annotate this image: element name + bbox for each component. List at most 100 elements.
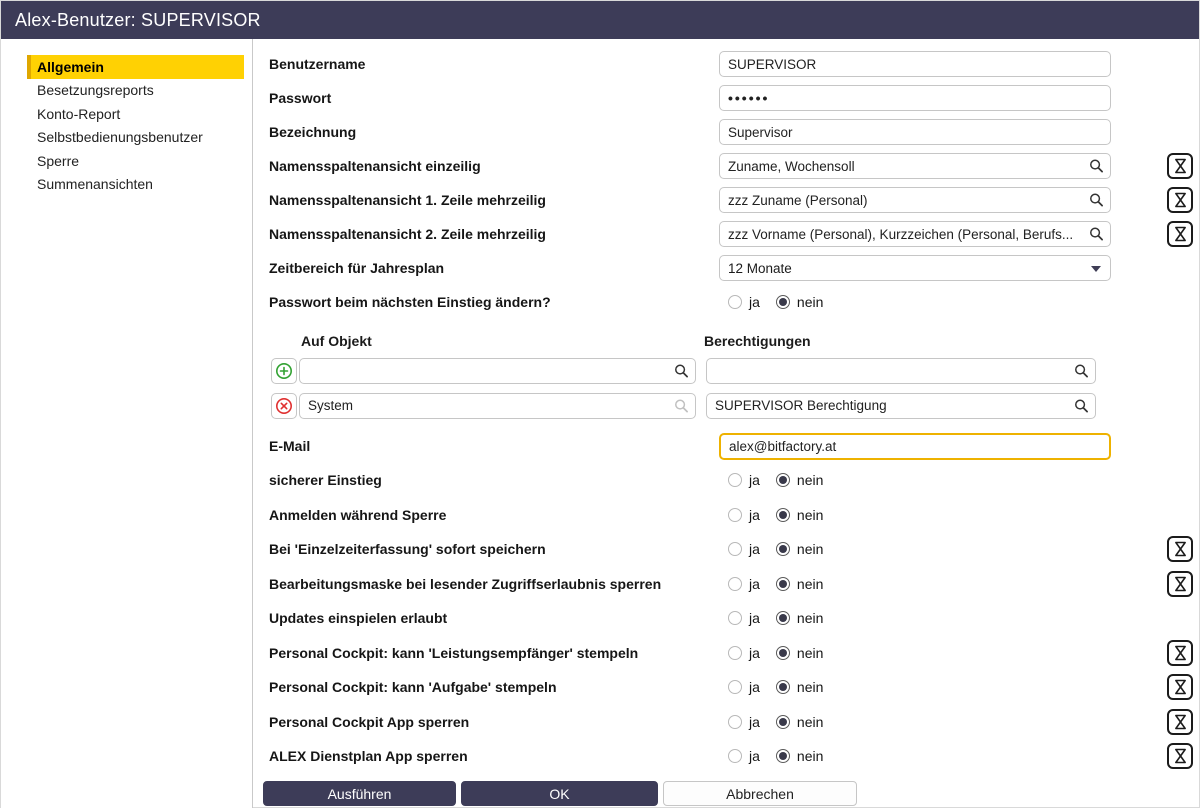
- radio-nein[interactable]: [775, 714, 790, 729]
- radio-nein[interactable]: [775, 611, 790, 626]
- field-row-passwort-aendern: Passwort beim nächsten Einstieg ändern? …: [253, 285, 1199, 319]
- hourglass-button[interactable]: [1167, 708, 1193, 735]
- radio-ja[interactable]: [728, 473, 742, 488]
- sidebar-item-label: Allgemein: [37, 58, 104, 75]
- hourglass-button[interactable]: [1167, 674, 1193, 701]
- hourglass-button[interactable]: [1167, 743, 1193, 770]
- ok-button[interactable]: OK: [461, 781, 658, 806]
- toggle-row-updates: Updates einspielen erlaubt ja nein: [253, 601, 1199, 636]
- radio-nein[interactable]: [775, 473, 790, 488]
- radio-ja-label: ja: [749, 294, 760, 310]
- namensspalte-mehrzeilig-1-label: Namensspaltenansicht 1. Zeile mehrzeilig: [269, 192, 546, 208]
- sidebar: Allgemein Besetzungsreports Konto-Report…: [1, 39, 253, 808]
- permission-add-row: [253, 353, 1199, 388]
- radio-nein[interactable]: [775, 295, 790, 309]
- radio-ja[interactable]: [728, 749, 742, 764]
- radio-ja[interactable]: [728, 295, 742, 309]
- namensspalte-mehrzeilig-1-input[interactable]: [719, 187, 1111, 213]
- search-icon[interactable]: [1074, 363, 1089, 378]
- search-icon[interactable]: [674, 398, 689, 413]
- footer-button-bar: Ausführen OK Abbrechen: [263, 781, 857, 806]
- radio-nein[interactable]: [775, 576, 790, 591]
- radio-nein-label: nein: [796, 575, 824, 592]
- benutzername-label: Benutzername: [269, 56, 366, 72]
- email-field[interactable]: [719, 432, 1111, 460]
- radio-ja[interactable]: [728, 542, 742, 557]
- search-icon[interactable]: [1074, 398, 1089, 413]
- radio-ja-label: ja: [749, 748, 760, 765]
- toggle-label: sicherer Einstieg: [269, 472, 382, 489]
- hourglass-button[interactable]: [1167, 639, 1193, 666]
- sidebar-item-besetzungsreports[interactable]: Besetzungsreports: [27, 79, 244, 103]
- sidebar-item-selbstbedienungsbenutzer[interactable]: Selbstbedienungsbenutzer: [27, 126, 244, 150]
- objekt-input[interactable]: [299, 392, 696, 419]
- ausfuehren-button[interactable]: Ausführen: [263, 781, 456, 806]
- search-icon[interactable]: [1089, 159, 1104, 174]
- berechtigung-input[interactable]: [706, 392, 1096, 419]
- search-icon[interactable]: [1089, 227, 1104, 242]
- new-objekt-input[interactable]: [299, 357, 696, 384]
- new-berechtigung-input[interactable]: [706, 357, 1096, 384]
- namensspalte-mehrzeilig-2-input[interactable]: [719, 221, 1111, 247]
- radio-nein[interactable]: [775, 680, 790, 695]
- hourglass-button[interactable]: [1167, 221, 1193, 247]
- sidebar-item-summenansichten[interactable]: Summenansichten: [27, 173, 244, 197]
- delete-permission-button[interactable]: [271, 392, 297, 419]
- hourglass-button[interactable]: [1167, 570, 1193, 597]
- sidebar-item-label: Konto-Report: [37, 105, 121, 122]
- bezeichnung-input[interactable]: [719, 119, 1111, 145]
- radio-nein-label: nein: [796, 713, 824, 730]
- radio-ja-label: ja: [749, 713, 760, 730]
- radio-ja-label: ja: [749, 472, 760, 489]
- radio-ja[interactable]: [728, 680, 742, 695]
- zeitbereich-label: Zeitbereich für Jahresplan: [269, 260, 445, 276]
- field-row-email: E-Mail: [253, 429, 1199, 463]
- search-icon[interactable]: [1089, 193, 1104, 208]
- hourglass-icon: [1174, 541, 1186, 557]
- radio-ja[interactable]: [728, 576, 742, 591]
- sidebar-item-allgemein[interactable]: Allgemein: [27, 55, 244, 79]
- benutzername-input[interactable]: [719, 51, 1111, 77]
- sidebar-item-konto-report[interactable]: Konto-Report: [27, 102, 244, 126]
- radio-nein[interactable]: [775, 507, 790, 522]
- sidebar-item-sperre[interactable]: Sperre: [27, 149, 244, 173]
- hourglass-button[interactable]: [1167, 187, 1193, 213]
- field-row-namensspalte-mehrzeilig-2: Namensspaltenansicht 2. Zeile mehrzeilig: [253, 217, 1199, 251]
- zeitbereich-select[interactable]: 12 Monate: [719, 255, 1111, 281]
- x-circle-icon: [276, 397, 292, 414]
- toggle-label: Personal Cockpit: kann 'Leistungsempfäng…: [269, 644, 639, 661]
- hourglass-button[interactable]: [1167, 153, 1193, 179]
- toggle-label: Personal Cockpit: kann 'Aufgabe' stempel…: [269, 679, 557, 696]
- radio-nein[interactable]: [775, 749, 790, 764]
- abbrechen-button[interactable]: Abbrechen: [663, 781, 857, 806]
- main-form: Benutzername Passwort Bezeichnung Namens…: [253, 39, 1199, 808]
- namensspalte-einzeilig-input[interactable]: [719, 153, 1111, 179]
- radio-ja-label: ja: [749, 575, 760, 592]
- hourglass-icon: [1174, 226, 1186, 242]
- toggle-row-cockpit-aufgabe: Personal Cockpit: kann 'Aufgabe' stempel…: [253, 670, 1199, 705]
- sidebar-item-label: Summenansichten: [37, 176, 153, 193]
- radio-ja-label: ja: [749, 506, 760, 523]
- radio-nein-label: nein: [796, 541, 824, 558]
- hourglass-button[interactable]: [1167, 536, 1193, 563]
- radio-nein-label: nein: [796, 679, 824, 696]
- search-icon[interactable]: [674, 363, 689, 378]
- field-row-namensspalte-mehrzeilig-1: Namensspaltenansicht 1. Zeile mehrzeilig: [253, 183, 1199, 217]
- passwort-input[interactable]: [719, 85, 1111, 111]
- add-permission-button[interactable]: [271, 357, 297, 384]
- radio-nein-label: nein: [796, 506, 824, 523]
- radio-ja[interactable]: [728, 507, 742, 522]
- field-row-benutzername: Benutzername: [253, 47, 1199, 81]
- radio-ja[interactable]: [728, 611, 742, 626]
- hourglass-icon: [1174, 158, 1186, 174]
- hourglass-icon: [1174, 748, 1186, 764]
- app-layout: Allgemein Besetzungsreports Konto-Report…: [1, 39, 1199, 808]
- radio-nein[interactable]: [775, 542, 790, 557]
- radio-ja[interactable]: [728, 645, 742, 660]
- radio-ja[interactable]: [728, 714, 742, 729]
- radio-nein[interactable]: [775, 645, 790, 660]
- toggle-row-dienstplan-app-sperren: ALEX Dienstplan App sperren ja nein: [253, 739, 1199, 774]
- toggle-row-anmelden-sperre: Anmelden während Sperre ja nein: [253, 498, 1199, 533]
- toggle-row-cockpit-leistungsempfaenger: Personal Cockpit: kann 'Leistungsempfäng…: [253, 636, 1199, 671]
- field-row-namensspalte-einzeilig: Namensspaltenansicht einzeilig: [253, 149, 1199, 183]
